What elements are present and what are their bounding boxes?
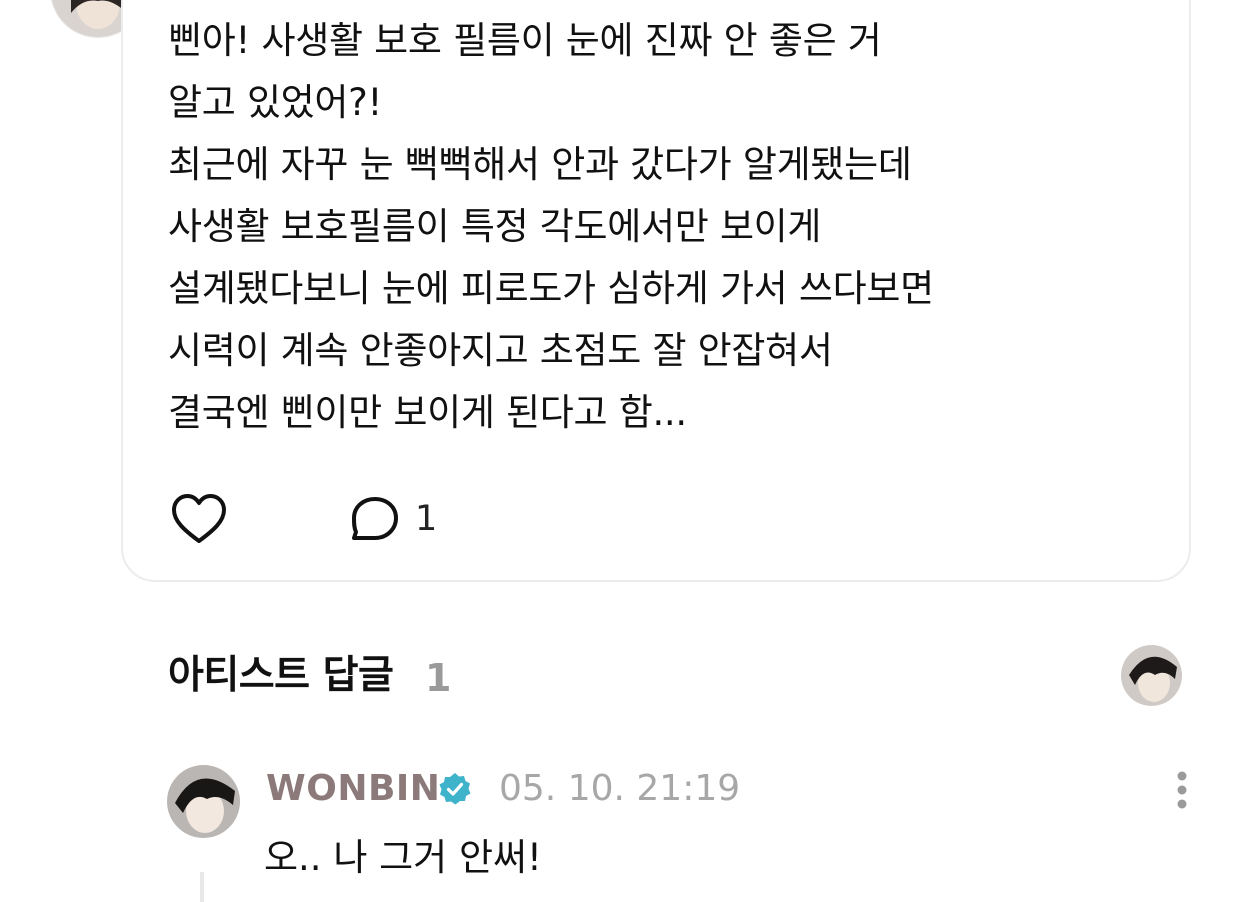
verified-badge-icon	[439, 773, 471, 805]
artist-replies-count: 1	[425, 656, 452, 700]
post-line: 알고 있었어?!	[168, 81, 383, 124]
more-vertical-icon[interactable]	[1170, 770, 1194, 810]
post-line: 삔아! 사생활 보호 필름이 눈에 진짜 안 좋은 거	[168, 19, 882, 62]
post-line: 시력이 계속 안좋아지고 초점도 잘 안잡혀서	[168, 329, 833, 372]
reply-text: 오.. 나 그거 안써!	[264, 836, 542, 879]
comment-count: 1	[415, 499, 438, 539]
post-line: 사생활 보호필름이 특정 각도에서만 보이게	[168, 205, 822, 248]
artist-replies-title: 아티스트 답글	[168, 653, 394, 698]
like-button[interactable]	[170, 492, 228, 546]
reply-author-avatar[interactable]	[167, 765, 240, 838]
reply-timestamp: 05. 10. 21:19	[499, 768, 741, 809]
comment-bubble-icon	[352, 497, 398, 540]
reply-author-name[interactable]: WONBIN	[266, 766, 440, 812]
post-line: 결국엔 삔이만 보이게 된다고 함...	[168, 391, 687, 434]
heart-icon	[172, 494, 226, 543]
artist-avatar[interactable]	[1121, 645, 1182, 706]
post-body: 삔아! 사생활 보호 필름이 눈에 진짜 안 좋은 거 알고 있었어?! 최근에…	[168, 10, 1128, 444]
comment-button[interactable]	[349, 494, 405, 544]
post-line: 설계됐다보니 눈에 피로도가 심하게 가서 쓰다보면	[168, 267, 934, 310]
post-line: 최근에 자꾸 눈 뻑뻑해서 안과 갔다가 알게됐는데	[168, 143, 912, 186]
reply-thread-line	[200, 872, 204, 902]
